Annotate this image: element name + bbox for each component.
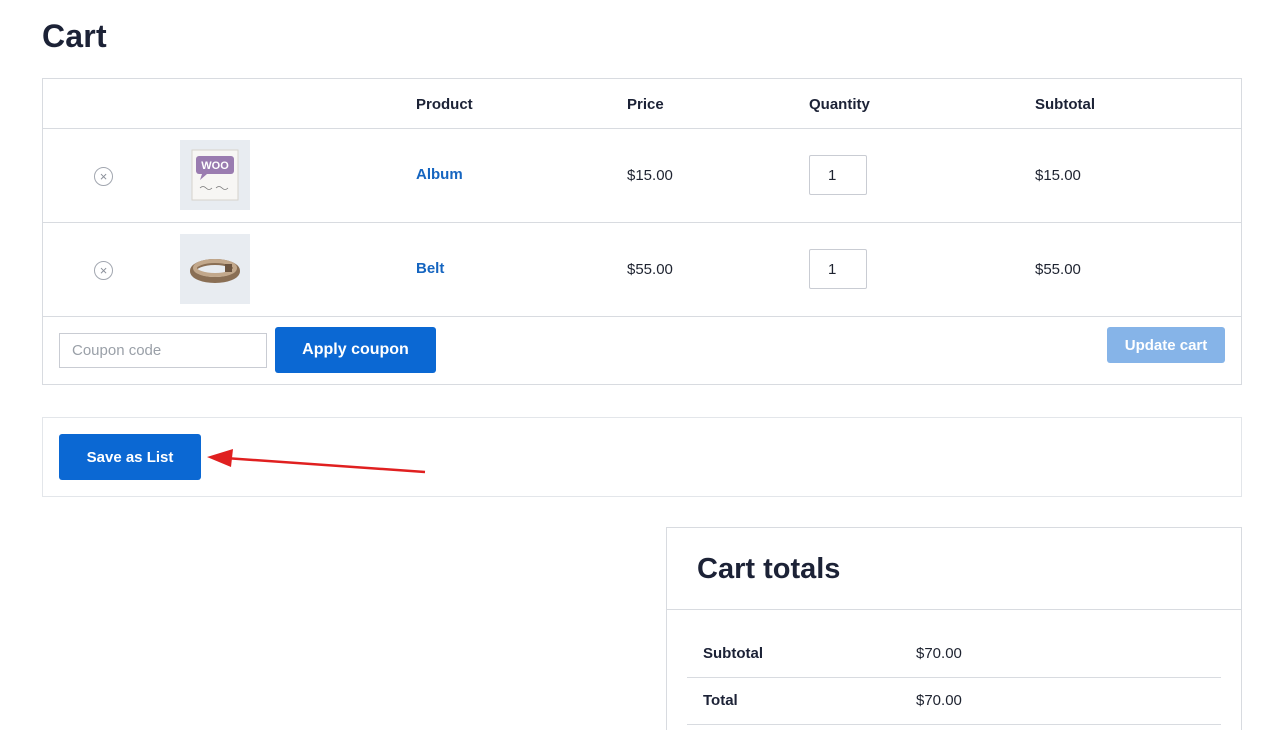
totals-value: $70.00: [916, 692, 962, 709]
save-list-panel: Save as List: [42, 417, 1242, 497]
product-link-belt[interactable]: Belt: [416, 260, 444, 277]
remove-item-icon[interactable]: ×: [94, 167, 113, 186]
cart-actions: Apply coupon Update cart: [43, 317, 1241, 385]
item-subtotal: $55.00: [1035, 261, 1081, 278]
totals-row-total: Total $70.00: [687, 678, 1221, 725]
totals-value: $70.00: [916, 645, 962, 662]
woo-album-icon: WOO: [180, 140, 250, 210]
cart-totals-title: Cart totals: [697, 553, 841, 585]
totals-row-subtotal: Subtotal $70.00: [687, 631, 1221, 678]
remove-item-icon[interactable]: ×: [94, 261, 113, 280]
cart-item-row: × Belt $55.00 $55.00: [43, 223, 1241, 317]
quantity-input[interactable]: [809, 155, 867, 195]
apply-coupon-button[interactable]: Apply coupon: [275, 327, 436, 373]
totals-label: Total: [703, 692, 738, 709]
coupon-code-input[interactable]: [59, 333, 267, 368]
save-as-list-button[interactable]: Save as List: [59, 434, 201, 480]
item-price: $55.00: [627, 261, 673, 278]
product-thumbnail[interactable]: WOO: [180, 140, 250, 210]
column-header-quantity: Quantity: [809, 96, 870, 113]
column-header-subtotal: Subtotal: [1035, 96, 1095, 113]
column-header-product: Product: [416, 96, 473, 113]
update-cart-button[interactable]: Update cart: [1107, 327, 1225, 363]
product-link-album[interactable]: Album: [416, 166, 463, 183]
svg-text:WOO: WOO: [201, 160, 229, 172]
item-price: $15.00: [627, 167, 673, 184]
cart-totals-panel: Cart totals Subtotal $70.00 Total $70.00: [666, 527, 1242, 730]
page-title: Cart: [42, 18, 107, 54]
quantity-input[interactable]: [809, 249, 867, 289]
cart-table: Product Price Quantity Subtotal × WOO Al…: [42, 78, 1242, 385]
cart-table-header: Product Price Quantity Subtotal: [43, 79, 1241, 129]
totals-label: Subtotal: [703, 645, 763, 662]
divider: [667, 609, 1241, 610]
column-header-price: Price: [627, 96, 664, 113]
cart-item-row: × WOO Album $15.00 $15.00: [43, 129, 1241, 223]
item-subtotal: $15.00: [1035, 167, 1081, 184]
belt-icon: [180, 234, 250, 304]
product-thumbnail[interactable]: [180, 234, 250, 304]
